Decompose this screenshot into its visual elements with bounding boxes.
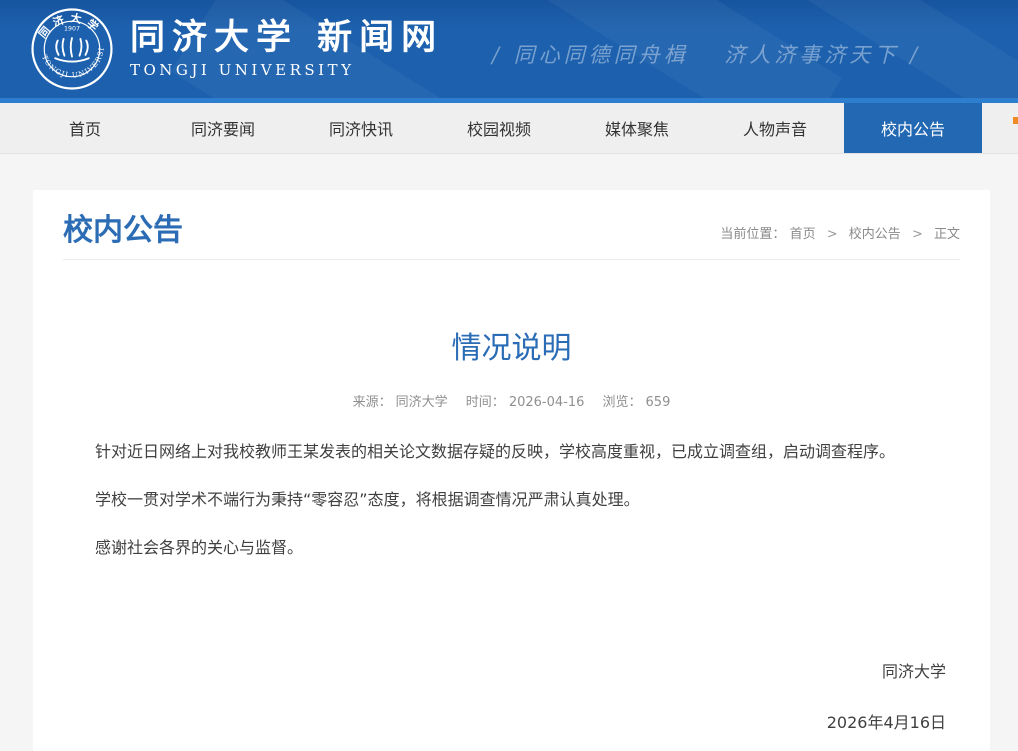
content-card: 校内公告 当前位置： 首页 > 校内公告 > 正文 情况说明 来源： 同济大学 时… (33, 190, 990, 751)
signature-date: 2026年4月16日 (63, 709, 946, 733)
nav-item-media-focus[interactable]: 媒体聚焦 (568, 103, 706, 153)
signature-name: 同济大学 (63, 658, 946, 682)
clipped-nav-accent (1013, 117, 1018, 124)
main-navigation: 首页 同济要闻 同济快讯 校园视频 媒体聚焦 人物声音 校内公告 (0, 103, 1018, 154)
article-body: 针对近日网络上对我校教师王某发表的相关论文数据存疑的反映，学校高度重视，已成立调… (63, 442, 960, 558)
site-title-english: TONGJI UNIVERSITY (130, 61, 443, 79)
breadcrumb-label: 当前位置： (720, 227, 785, 242)
section-title: 校内公告 (63, 214, 183, 247)
article-paragraph: 学校一贯对学术不端行为秉持“零容忍”态度，将根据调查情况严肃认真处理。 (63, 490, 960, 511)
meta-views-label: 浏览： (603, 395, 642, 410)
meta-views: 浏览： 659 (603, 395, 671, 410)
meta-time-label: 时间： (466, 395, 505, 410)
nav-item-campus-announcements-active[interactable]: 校内公告 (844, 103, 982, 153)
meta-time: 时间： 2026-04-16 (466, 395, 589, 410)
meta-time-value: 2026-04-16 (509, 395, 585, 410)
site-header: 同济大学 TONGJI UNIVERSITY 1907 同济大学 新闻网 TON… (0, 0, 1018, 103)
section-header: 校内公告 当前位置： 首页 > 校内公告 > 正文 (63, 214, 960, 260)
nav-item-tongji-news[interactable]: 同济要闻 (154, 103, 292, 153)
page-main: 校内公告 当前位置： 首页 > 校内公告 > 正文 情况说明 来源： 同济大学 时… (0, 154, 1018, 751)
nav-item-home[interactable]: 首页 (16, 103, 154, 153)
breadcrumb: 当前位置： 首页 > 校内公告 > 正文 (720, 223, 960, 247)
nav-item-campus-video[interactable]: 校园视频 (430, 103, 568, 153)
meta-views-value: 659 (646, 395, 671, 410)
breadcrumb-campus-announcements-link[interactable]: 校内公告 (849, 227, 901, 242)
article-signature: 同济大学 2026年4月16日 (63, 658, 960, 733)
meta-source: 来源： 同济大学 (353, 395, 452, 410)
meta-source-value: 同济大学 (396, 395, 448, 410)
article-title: 情况说明 (63, 332, 960, 365)
rowers-emblem (55, 38, 89, 62)
breadcrumb-separator: > (912, 227, 923, 242)
header-slogan: / 同心同德同舟楫 济人济事济天下 / (492, 39, 921, 69)
article-paragraph: 针对近日网络上对我校教师王某发表的相关论文数据存疑的反映，学校高度重视，已成立调… (63, 442, 960, 463)
logo-year: 1907 (64, 26, 80, 33)
nav-item-tongji-express[interactable]: 同济快讯 (292, 103, 430, 153)
site-brand[interactable]: 同济大学 新闻网 TONGJI UNIVERSITY (130, 19, 443, 79)
meta-source-label: 来源： (353, 395, 392, 410)
breadcrumb-separator: > (827, 227, 838, 242)
breadcrumb-home-link[interactable]: 首页 (790, 227, 816, 242)
tongji-university-seal-logo[interactable]: 同济大学 TONGJI UNIVERSITY 1907 (30, 7, 114, 91)
site-title-chinese: 同济大学 新闻网 (130, 19, 443, 58)
nav-item-people-voice[interactable]: 人物声音 (706, 103, 844, 153)
article-meta: 来源： 同济大学 时间： 2026-04-16 浏览： 659 (63, 391, 960, 410)
breadcrumb-current-page: 正文 (934, 227, 960, 242)
article-paragraph: 感谢社会各界的关心与监督。 (63, 538, 960, 559)
